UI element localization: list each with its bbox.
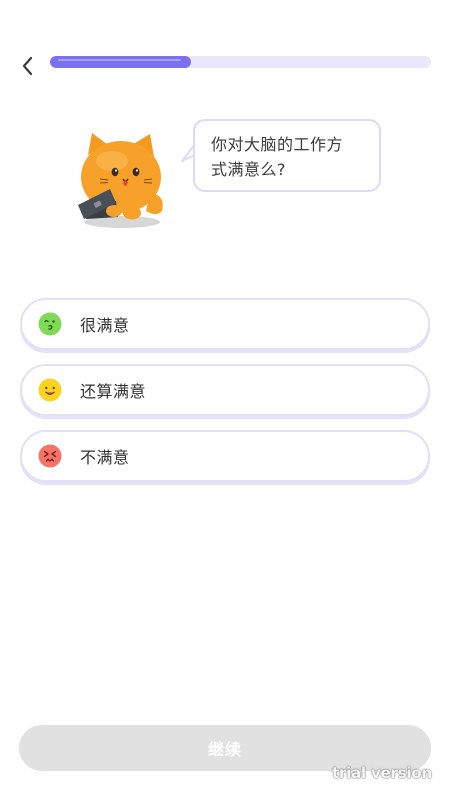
progress-bar — [50, 56, 431, 68]
option-label: 还算满意 — [80, 382, 147, 401]
question-line-1: 你对大脑的工作方 — [211, 135, 344, 154]
back-button[interactable] — [14, 52, 40, 80]
option-dissatisfied[interactable]: 不满意 — [20, 430, 430, 482]
smile-yellow-face-icon — [38, 378, 62, 402]
question-speech-bubble: 你对大脑的工作方 式满意么? — [193, 119, 381, 192]
option-label: 很满意 — [80, 316, 130, 335]
option-very-satisfied[interactable]: 很满意 — [20, 298, 430, 350]
trial-version-watermark: trial version — [332, 764, 432, 782]
chevron-left-icon — [22, 56, 33, 76]
cat-mascot-illustration — [78, 133, 163, 228]
option-label: 不满意 — [80, 448, 130, 467]
happy-green-face-icon — [38, 312, 62, 336]
question-line-2: 式满意么? — [211, 160, 286, 179]
progress-bar-fill — [50, 56, 191, 68]
upset-red-face-icon — [38, 444, 62, 468]
option-fairly-satisfied[interactable]: 还算满意 — [20, 364, 430, 416]
